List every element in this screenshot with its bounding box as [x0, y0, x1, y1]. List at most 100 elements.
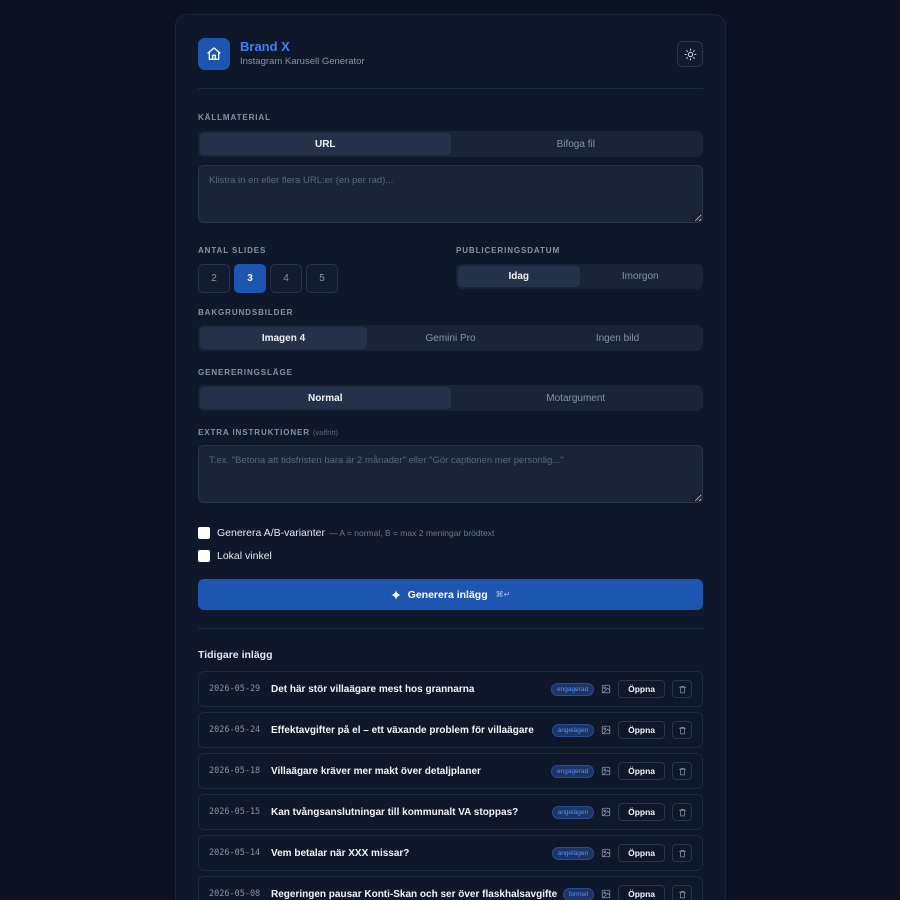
- post-title: Vem betalar när XXX missar?: [271, 847, 410, 859]
- tab-imagen-4[interactable]: Imagen 4: [200, 327, 367, 349]
- local-angle-checkbox[interactable]: [198, 550, 210, 562]
- list-item: 2026-05-18 Villaägare kräver mer makt öv…: [198, 753, 703, 789]
- sun-icon: [684, 48, 696, 60]
- slides-option-2[interactable]: 2: [198, 264, 230, 293]
- theme-toggle-button[interactable]: [677, 41, 703, 67]
- image-icon: [598, 684, 614, 694]
- local-angle-row[interactable]: Lokal vinkel: [198, 548, 703, 564]
- brand: Brand X Instagram Karusell Generator: [240, 39, 365, 69]
- tone-badge: angelägen: [551, 805, 595, 819]
- delete-button[interactable]: [672, 844, 692, 862]
- slides-label: ANTAL SLIDES: [198, 246, 267, 255]
- generate-button[interactable]: Generera inlägg ⌘↵: [198, 579, 703, 610]
- source-tabs: URL Bifoga fil: [198, 131, 703, 157]
- list-item: 2026-05-08 Regeringen pausar Konti-Skan …: [198, 876, 703, 900]
- image-icon: [598, 848, 614, 858]
- trash-icon: [678, 808, 686, 816]
- delete-button[interactable]: [672, 762, 692, 780]
- trash-icon: [678, 767, 686, 775]
- post-date: 2026-05-08: [209, 889, 261, 899]
- trash-icon: [678, 685, 686, 693]
- image-icon: [598, 725, 614, 735]
- source-label: KÄLLMATERIAL: [198, 113, 271, 122]
- tab-url[interactable]: URL: [200, 133, 451, 155]
- header-divider: [198, 88, 703, 89]
- tab-gemini-pro[interactable]: Gemini Pro: [367, 327, 534, 349]
- publish-group: PUBLICERINGSDATUM Idag Imorgon: [456, 246, 703, 293]
- open-button[interactable]: Öppna: [618, 885, 665, 900]
- open-button[interactable]: Öppna: [618, 844, 665, 862]
- local-angle-label: Lokal vinkel: [217, 550, 272, 562]
- brand-name: Brand X: [240, 39, 290, 54]
- slides-option-4[interactable]: 4: [270, 264, 302, 293]
- background-tabs: Imagen 4 Gemini Pro Ingen bild: [198, 325, 703, 351]
- list-item: 2026-05-14 Vem betalar när XXX missar? a…: [198, 835, 703, 871]
- extra-label-text: EXTRA INSTRUKTIONER: [198, 428, 310, 437]
- publish-label: PUBLICERINGSDATUM: [456, 246, 561, 255]
- ab-variants-hint: — A = normal, B = max 2 meningar brödtex…: [328, 528, 495, 538]
- history-title: Tidigare inlägg: [198, 649, 273, 661]
- list-item: 2026-05-29 Det här stör villaägare mest …: [198, 671, 703, 707]
- post-title: Effektavgifter på el – ett växande probl…: [271, 724, 534, 736]
- delete-button[interactable]: [672, 803, 692, 821]
- extra-instructions-input[interactable]: [198, 445, 703, 503]
- trash-icon: [678, 890, 686, 898]
- mode-tabs: Normal Motargument: [198, 385, 703, 411]
- tone-badge: formell: [562, 887, 595, 900]
- post-date: 2026-05-24: [209, 725, 261, 735]
- tab-counterargument[interactable]: Motargument: [451, 387, 702, 409]
- list-item: 2026-05-24 Effektavgifter på el – ett vä…: [198, 712, 703, 748]
- tone-badge: engagerad: [550, 764, 595, 778]
- post-title: Kan tvångsanslutningar till kommunalt VA…: [271, 806, 519, 818]
- logo: [198, 38, 230, 70]
- open-button[interactable]: Öppna: [618, 721, 665, 739]
- post-date: 2026-05-29: [209, 684, 261, 694]
- main-card: Brand X Instagram Karusell Generator KÄL…: [175, 14, 726, 900]
- slides-option-3[interactable]: 3: [234, 264, 266, 293]
- background-label: BAKGRUNDSBILDER: [198, 308, 294, 317]
- tab-today[interactable]: Idag: [458, 266, 580, 287]
- ab-variants-row[interactable]: Generera A/B-varianter — A = normal, B =…: [198, 525, 703, 541]
- generate-label: Generera inlägg: [407, 588, 488, 601]
- post-date: 2026-05-15: [209, 807, 261, 817]
- trash-icon: [678, 849, 686, 857]
- publish-tabs: Idag Imorgon: [456, 264, 703, 289]
- mode-label: GENERERINGSLÄGE: [198, 368, 293, 377]
- ab-variants-checkbox[interactable]: [198, 527, 210, 539]
- home-icon: [207, 47, 221, 60]
- brand-subtitle: Instagram Karusell Generator: [240, 56, 365, 67]
- delete-button[interactable]: [672, 885, 692, 900]
- sparkle-icon: [390, 589, 401, 600]
- delete-button[interactable]: [672, 721, 692, 739]
- history-list: 2026-05-29 Det här stör villaägare mest …: [198, 671, 703, 900]
- tone-badge: angelägen: [551, 846, 595, 860]
- image-icon: [598, 766, 614, 776]
- open-button[interactable]: Öppna: [618, 762, 665, 780]
- header: Brand X Instagram Karusell Generator: [198, 37, 703, 71]
- delete-button[interactable]: [672, 680, 692, 698]
- tab-attach-file[interactable]: Bifoga fil: [451, 133, 702, 155]
- extra-label: EXTRA INSTRUKTIONER (valfritt): [198, 428, 703, 438]
- tab-no-image[interactable]: Ingen bild: [534, 327, 701, 349]
- slides-option-5[interactable]: 5: [306, 264, 338, 293]
- history-divider: [198, 628, 703, 629]
- tab-normal[interactable]: Normal: [200, 387, 451, 409]
- post-title: Regeringen pausar Konti-Skan och ser öve…: [271, 888, 557, 900]
- post-date: 2026-05-14: [209, 848, 261, 858]
- tone-badge: angelägen: [551, 723, 595, 737]
- tab-tomorrow[interactable]: Imorgon: [580, 266, 702, 287]
- slides-options: 2 3 4 5: [198, 264, 456, 293]
- image-icon: [598, 807, 614, 817]
- extra-optional: (valfritt): [313, 428, 339, 437]
- trash-icon: [678, 726, 686, 734]
- post-title: Villaägare kräver mer makt över detaljpl…: [271, 765, 481, 777]
- generate-shortcut: ⌘↵: [495, 590, 511, 599]
- tone-badge: engagerad: [550, 682, 595, 696]
- image-icon: [598, 889, 614, 899]
- list-item: 2026-05-15 Kan tvångsanslutningar till k…: [198, 794, 703, 830]
- url-input[interactable]: [198, 165, 703, 223]
- post-title: Det här stör villaägare mest hos grannar…: [271, 683, 475, 695]
- open-button[interactable]: Öppna: [618, 680, 665, 698]
- open-button[interactable]: Öppna: [618, 803, 665, 821]
- slides-group: ANTAL SLIDES 2 3 4 5: [198, 246, 456, 293]
